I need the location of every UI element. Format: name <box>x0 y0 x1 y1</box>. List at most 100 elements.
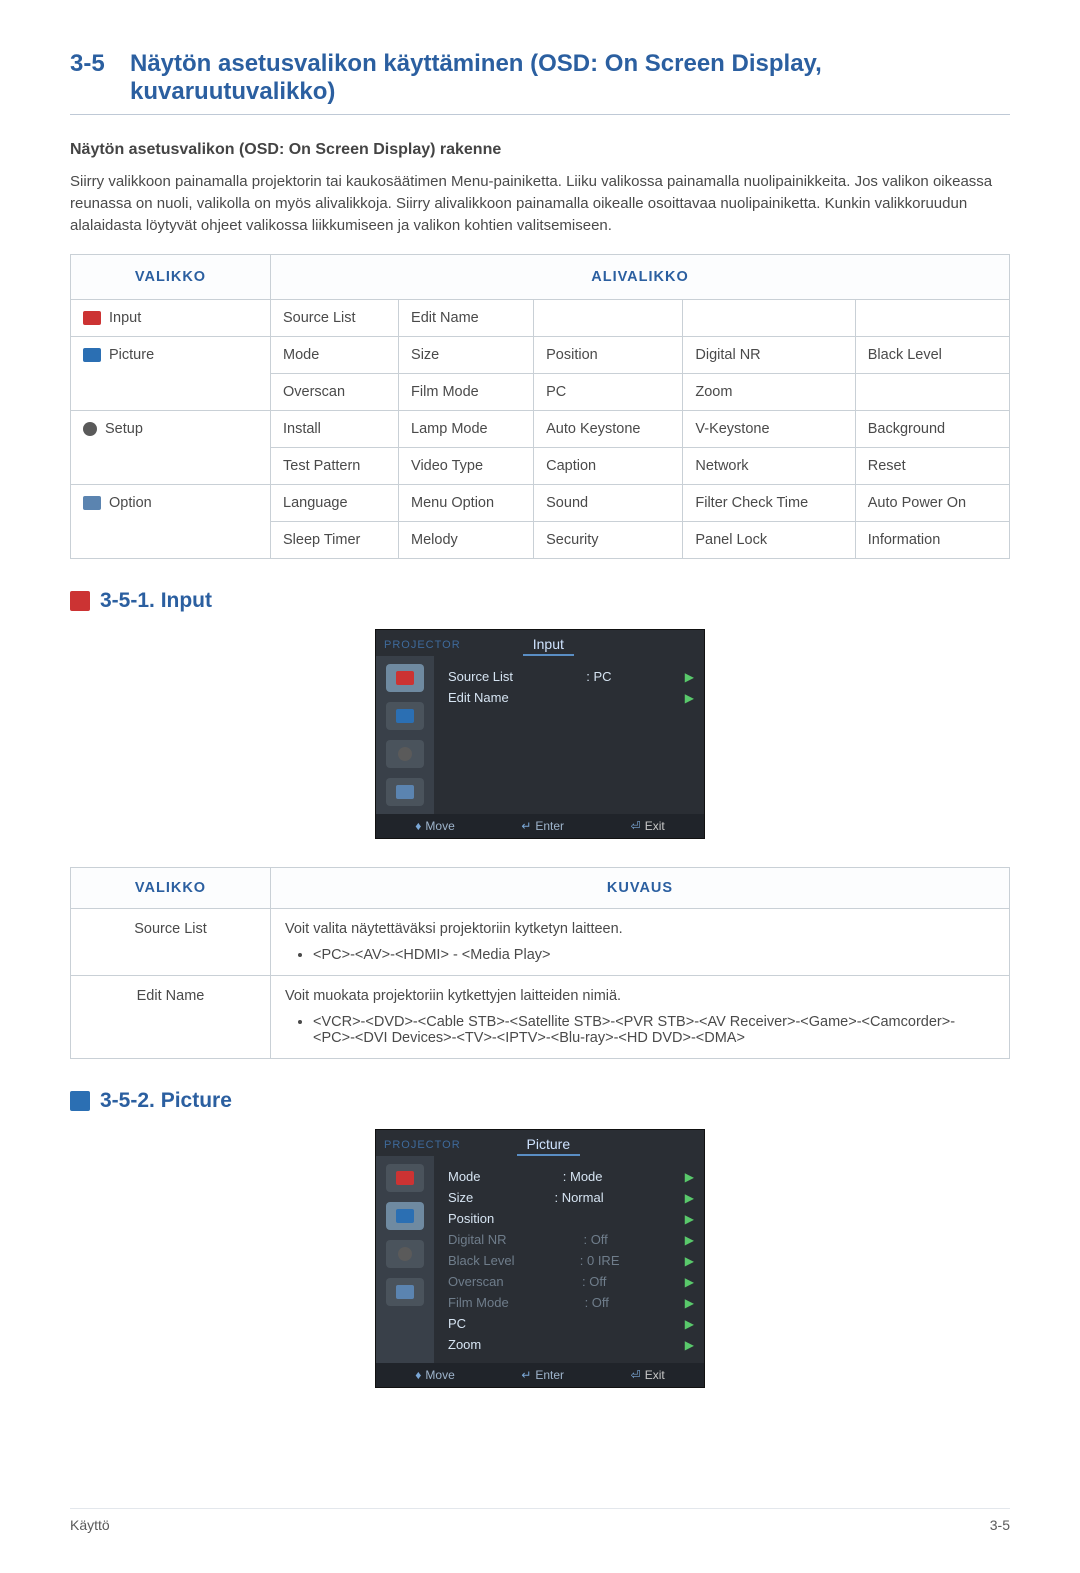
subsection-352-heading: 3-5-2. Picture <box>70 1089 1010 1113</box>
chevron-right-icon: ▶ <box>685 670 694 684</box>
footer-left: Käyttö <box>70 1517 110 1533</box>
desc-row-edit-name: Edit Name Voit muokata projektoriin kytk… <box>71 976 1010 1059</box>
chevron-right-icon: ▶ <box>685 1233 694 1247</box>
osd-item[interactable]: PC▶ <box>448 1313 694 1334</box>
osd-side-input-icon[interactable] <box>386 664 424 692</box>
osd-item-value: : 0 IRE <box>514 1253 684 1268</box>
cell: Background <box>855 411 1009 448</box>
osd-screenshot-picture: PROJECTOR Picture Mode: Mode▶Size: Norma… <box>375 1129 705 1388</box>
osd-item[interactable]: Zoom ▶ <box>448 1334 694 1355</box>
osd-side-option-icon[interactable] <box>386 1278 424 1306</box>
osd-item-edit-name[interactable]: Edit Name ▶ <box>448 687 694 708</box>
desc-menu: Source List <box>71 909 271 976</box>
osd-hint-enter: ↵Enter <box>521 819 564 833</box>
th-kuvaus: KUVAUS <box>271 868 1010 909</box>
osd-hint-exit: ⏎Exit <box>631 1368 665 1382</box>
osd-item[interactable]: Mode: Mode▶ <box>448 1166 694 1187</box>
cell: Language <box>271 485 399 522</box>
osd-item-label: Source List <box>448 669 513 684</box>
chevron-right-icon: ▶ <box>685 1338 694 1352</box>
osd-item[interactable]: Position▶ <box>448 1208 694 1229</box>
cell <box>855 300 1009 337</box>
cell: Zoom <box>683 374 855 411</box>
desc-list-item: <PC>-<AV>-<HDMI> - <Media Play> <box>313 947 995 963</box>
cell: Auto Keystone <box>534 411 683 448</box>
osd-side-picture-icon[interactable] <box>386 702 424 730</box>
osd-item-value: : Normal <box>473 1190 684 1205</box>
desc-menu: Edit Name <box>71 976 271 1059</box>
chevron-right-icon: ▶ <box>685 1296 694 1310</box>
cell: Source List <box>271 300 399 337</box>
enter-icon: ↵ <box>521 819 531 833</box>
section-title: Näytön asetusvalikon käyttäminen (OSD: O… <box>130 50 1010 106</box>
osd-footer: ♦Move ↵Enter ⏎Exit <box>376 1363 704 1387</box>
osd-item-label: Size <box>448 1190 473 1205</box>
osd-screenshot-input: PROJECTOR Input Source List : PC ▶ Edit … <box>375 629 705 839</box>
input-description-table: VALIKKO KUVAUS Source List Voit valita n… <box>70 867 1010 1059</box>
cell: Sleep Timer <box>271 522 399 559</box>
menu-structure-table: VALIKKO ALIVALIKKO Input Source List Edi… <box>70 254 1010 559</box>
cell: Sound <box>534 485 683 522</box>
row-picture-1: Picture Mode Size Position Digital NR Bl… <box>71 337 1010 374</box>
section-number: 3-5 <box>70 50 130 78</box>
input-icon <box>83 311 101 325</box>
cell: Test Pattern <box>271 448 399 485</box>
input-label: Input <box>109 310 141 326</box>
subsection-351-title: 3-5-1. Input <box>100 589 212 613</box>
setup-label: Setup <box>105 421 143 437</box>
osd-hint-move: ♦Move <box>415 819 454 833</box>
osd-item-label: Black Level <box>448 1253 514 1268</box>
cell: Film Mode <box>399 374 534 411</box>
th-valikko: VALIKKO <box>71 868 271 909</box>
osd-side-setup-icon[interactable] <box>386 1240 424 1268</box>
desc-text: Voit muokata projektoriin kytkettyjen la… <box>285 988 995 1004</box>
cell: Network <box>683 448 855 485</box>
osd-item-label: Edit Name <box>448 690 509 705</box>
option-icon <box>83 496 101 510</box>
cell: V-Keystone <box>683 411 855 448</box>
th-valikko: VALIKKO <box>71 255 271 300</box>
cell: Menu Option <box>399 485 534 522</box>
chevron-right-icon: ▶ <box>685 1317 694 1331</box>
cell: Filter Check Time <box>683 485 855 522</box>
cell: Panel Lock <box>683 522 855 559</box>
osd-hint-move: ♦Move <box>415 1368 454 1382</box>
osd-side-option-icon[interactable] <box>386 778 424 806</box>
cell <box>855 374 1009 411</box>
osd-item-label: Position <box>448 1211 494 1226</box>
chevron-right-icon: ▶ <box>685 1275 694 1289</box>
row-input: Input Source List Edit Name <box>71 300 1010 337</box>
cell: PC <box>534 374 683 411</box>
cell: Mode <box>271 337 399 374</box>
cell: Position <box>534 337 683 374</box>
intro-paragraph: Siirry valikkoon painamalla projektorin … <box>70 171 1010 236</box>
page-footer: Käyttö 3-5 <box>70 1508 1010 1533</box>
osd-item-label: Zoom <box>448 1337 481 1352</box>
osd-item: Overscan: Off▶ <box>448 1271 694 1292</box>
osd-item-value: : Off <box>507 1232 685 1247</box>
desc-text: Voit valita näytettäväksi projektoriin k… <box>285 921 995 937</box>
th-alivalikko: ALIVALIKKO <box>271 255 1010 300</box>
osd-item-value: : Mode <box>481 1169 685 1184</box>
osd-footer: ♦Move ↵Enter ⏎Exit <box>376 814 704 838</box>
osd-hint-exit: ⏎Exit <box>631 819 665 833</box>
row-setup-1: Setup Install Lamp Mode Auto Keystone V-… <box>71 411 1010 448</box>
picture-label: Picture <box>109 347 154 363</box>
osd-item[interactable]: Size: Normal▶ <box>448 1187 694 1208</box>
osd-item-label: Digital NR <box>448 1232 507 1247</box>
osd-item: Black Level: 0 IRE▶ <box>448 1250 694 1271</box>
subheading: Näytön asetusvalikon (OSD: On Screen Dis… <box>70 141 1010 159</box>
osd-side-input-icon[interactable] <box>386 1164 424 1192</box>
cell: Reset <box>855 448 1009 485</box>
exit-icon: ⏎ <box>631 1368 641 1382</box>
cell: Caption <box>534 448 683 485</box>
exit-icon: ⏎ <box>631 819 641 833</box>
cell: Digital NR <box>683 337 855 374</box>
osd-item-source-list[interactable]: Source List : PC ▶ <box>448 666 694 687</box>
osd-side-setup-icon[interactable] <box>386 740 424 768</box>
osd-item: Digital NR: Off▶ <box>448 1229 694 1250</box>
cell: Overscan <box>271 374 399 411</box>
desc-list-item: <VCR>-<DVD>-<Cable STB>-<Satellite STB>-… <box>313 1014 995 1046</box>
osd-side-picture-icon[interactable] <box>386 1202 424 1230</box>
cell <box>683 300 855 337</box>
